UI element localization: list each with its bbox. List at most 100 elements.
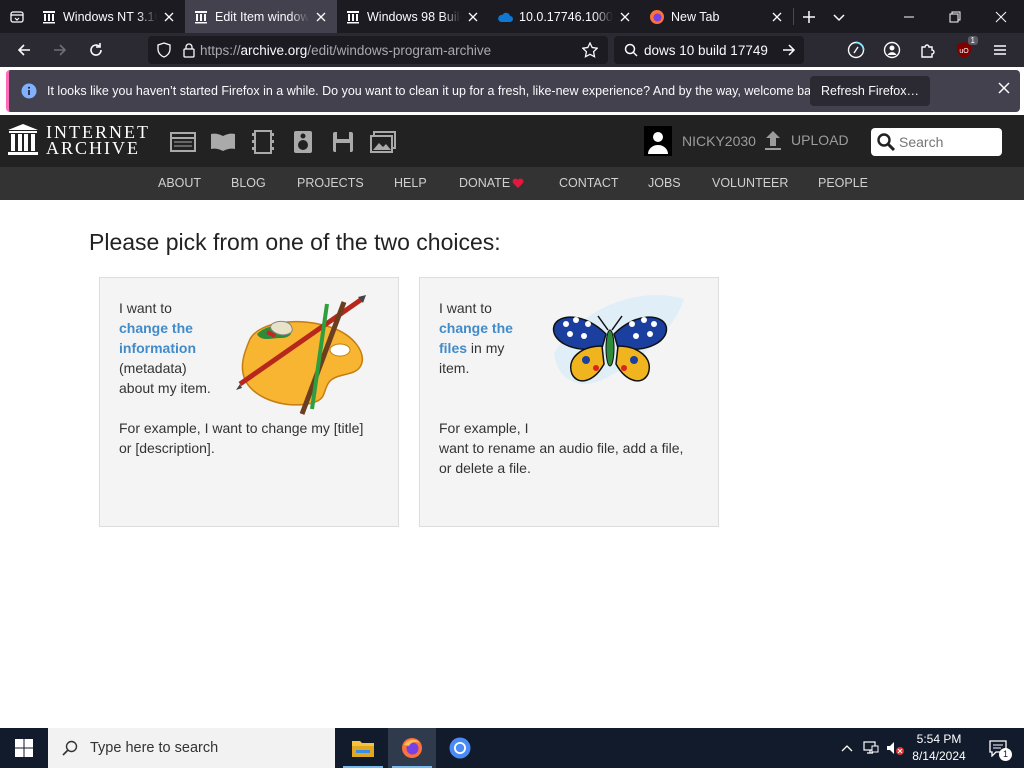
search-icon	[877, 133, 895, 151]
action-center-button[interactable]: 1	[978, 728, 1018, 768]
bookmark-star-icon[interactable]	[582, 42, 598, 58]
tracking-shield-icon[interactable]	[156, 42, 172, 58]
upload-button[interactable]: UPLOAD	[763, 129, 849, 151]
upload-icon	[765, 131, 781, 150]
show-hidden-icons-button[interactable]	[836, 728, 858, 768]
url-text: https://archive.org/edit/windows-program…	[200, 42, 492, 58]
refresh-firefox-button[interactable]: Refresh Firefox…	[810, 76, 930, 106]
chevron-down-icon	[833, 13, 845, 21]
forward-button[interactable]	[42, 33, 78, 67]
user-menu[interactable]: NICKY2030	[644, 126, 756, 156]
restore-button[interactable]	[932, 0, 978, 33]
video-icon[interactable]	[243, 127, 283, 157]
minimize-icon	[904, 16, 914, 17]
chromium-icon	[449, 737, 471, 759]
info-icon	[21, 83, 37, 99]
audio-icon[interactable]	[283, 127, 323, 157]
nav-blog[interactable]: BLOG	[231, 167, 266, 200]
search-query-text: dows 10 build 17749	[644, 42, 768, 58]
butterfly-icon	[552, 295, 684, 384]
metadata-card-text: I want to change the information (metada…	[119, 300, 211, 396]
taskbar-file-explorer[interactable]	[339, 728, 387, 768]
avatar	[644, 126, 672, 156]
refresh-firefox-notification: It looks like you haven’t started Firefo…	[6, 70, 1020, 112]
tab-windows-98[interactable]: Windows 98 Build	[337, 0, 489, 33]
search-icon	[62, 740, 78, 756]
app-menu-button[interactable]	[982, 33, 1018, 67]
nav-help[interactable]: HELP	[394, 167, 427, 200]
archive-favicon-icon	[193, 9, 209, 25]
web-icon[interactable]	[163, 127, 203, 157]
nav-volunteer[interactable]: VOLUNTEER	[712, 167, 788, 200]
ia-sub-nav: ABOUT BLOG PROJECTS HELP DONATE CONTACT …	[0, 167, 1024, 200]
files-card-text: I want to change the files in my item.	[439, 300, 513, 376]
tab-close-icon[interactable]	[161, 9, 177, 25]
search-icon	[624, 43, 638, 57]
new-tab-button[interactable]	[794, 0, 824, 33]
paint-palette-icon	[236, 295, 366, 415]
tab-windows-nt[interactable]: Windows NT 3.10.	[33, 0, 185, 33]
nav-jobs[interactable]: JOBS	[648, 167, 681, 200]
start-button[interactable]	[0, 728, 48, 768]
tab-onedrive[interactable]: 10.0.17746.1000.rs5	[489, 0, 641, 33]
edit-files-card[interactable]: I want to change the files in my item. F…	[419, 277, 719, 527]
ia-logo-text: INTERNET ARCHIVE	[46, 122, 150, 158]
images-icon[interactable]	[363, 127, 403, 157]
volume-muted-icon[interactable]	[884, 728, 906, 768]
change-information-link[interactable]: change the	[119, 320, 193, 336]
tab-close-icon[interactable]	[465, 9, 481, 25]
search-go-arrow-icon[interactable]	[782, 43, 796, 57]
taskbar-firefox[interactable]	[388, 728, 436, 768]
clock-date: 8/14/2024	[912, 749, 966, 763]
change-files-link-2[interactable]: files	[439, 340, 467, 356]
browser-toolbar: https://archive.org/edit/windows-program…	[0, 33, 1024, 67]
edit-metadata-card[interactable]: I want to change the information (metada…	[99, 277, 399, 527]
account-button[interactable]	[874, 33, 910, 67]
software-icon[interactable]	[323, 127, 363, 157]
nav-people[interactable]: PEOPLE	[818, 167, 868, 200]
tab-edit-item[interactable]: Edit Item windows	[185, 0, 337, 33]
taskbar-search-box[interactable]: Type here to search	[48, 728, 335, 768]
close-icon	[995, 11, 1007, 22]
firefox-view-button[interactable]	[838, 33, 874, 67]
url-bar[interactable]: https://archive.org/edit/windows-program…	[148, 36, 608, 64]
nav-projects[interactable]: PROJECTS	[297, 167, 364, 200]
ublock-button[interactable]: uO 1	[946, 33, 982, 67]
arrow-left-icon	[17, 44, 30, 56]
ia-search-box[interactable]	[871, 128, 1002, 156]
search-bar[interactable]: dows 10 build 17749	[614, 36, 804, 64]
nav-donate[interactable]: DONATE	[459, 167, 510, 200]
taskbar-clock[interactable]: 5:54 PM 8/14/2024	[905, 731, 973, 765]
folder-icon	[352, 741, 374, 757]
tab-close-icon[interactable]	[769, 9, 785, 25]
tab-close-icon[interactable]	[617, 9, 633, 25]
network-icon[interactable]	[860, 728, 882, 768]
back-button[interactable]	[6, 33, 42, 67]
change-information-link-2[interactable]: information	[119, 340, 196, 356]
ia-top-nav: INTERNET ARCHIVE NICKY2030 UPLOAD	[0, 115, 1024, 167]
nav-contact[interactable]: CONTACT	[559, 167, 619, 200]
taskbar-chromium[interactable]	[436, 728, 484, 768]
close-window-button[interactable]	[978, 0, 1024, 33]
change-files-link[interactable]: change the	[439, 320, 513, 336]
account-icon	[883, 41, 901, 59]
reload-button[interactable]	[78, 33, 114, 67]
extensions-button[interactable]	[910, 33, 946, 67]
list-all-tabs-button[interactable]	[0, 0, 33, 33]
tab-list-icon	[9, 10, 24, 23]
close-notification-icon[interactable]	[998, 81, 1010, 99]
texts-icon[interactable]	[203, 127, 243, 157]
tab-overflow-button[interactable]	[824, 0, 854, 33]
puzzle-icon	[921, 44, 935, 58]
heart-icon[interactable]	[512, 178, 524, 189]
ia-search-input[interactable]	[899, 134, 994, 150]
nav-about[interactable]: ABOUT	[158, 167, 201, 200]
taskbar-search-placeholder: Type here to search	[90, 740, 219, 756]
tab-close-icon[interactable]	[313, 9, 329, 25]
firefox-icon	[402, 738, 422, 758]
ia-logo[interactable]: INTERNET ARCHIVE	[8, 122, 150, 158]
upload-label: UPLOAD	[791, 132, 849, 148]
minimize-button[interactable]	[886, 0, 932, 33]
lock-icon[interactable]	[182, 42, 196, 58]
tab-new-tab[interactable]: New Tab	[641, 0, 793, 33]
